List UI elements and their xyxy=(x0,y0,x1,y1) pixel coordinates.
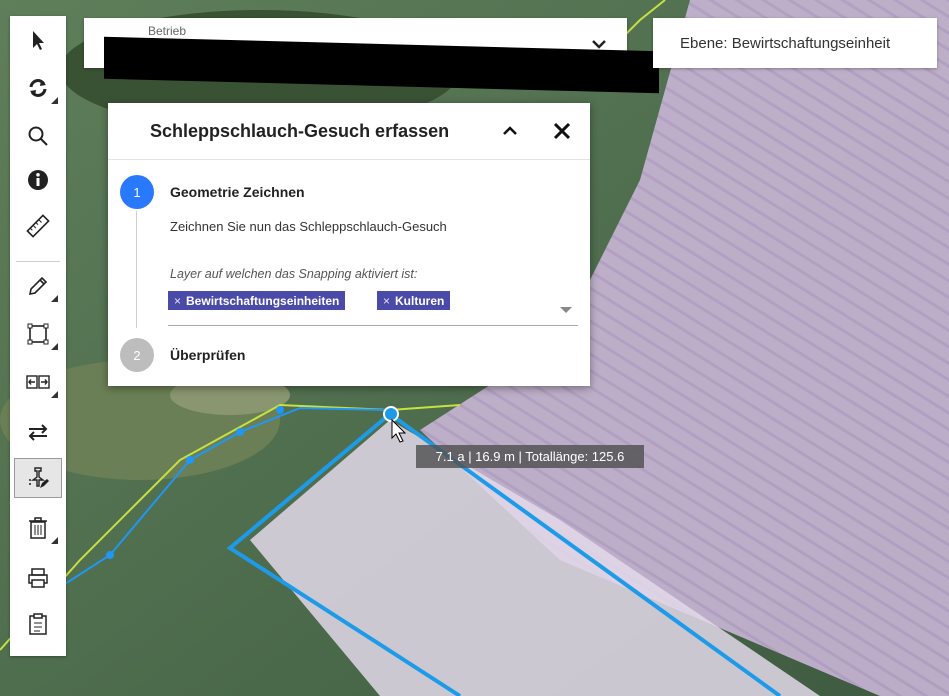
chip-remove-button[interactable]: × xyxy=(383,294,390,308)
schleppschlauch-dialog: Schleppschlauch-Gesuch erfassen 1 Geomet… xyxy=(108,103,590,386)
pointer-icon xyxy=(33,31,44,50)
chip-remove-button[interactable]: × xyxy=(174,294,181,308)
step-2-title: Überprüfen xyxy=(170,347,246,363)
chip-bewirtschaftungseinheiten: × Bewirtschaftungseinheiten xyxy=(168,291,346,310)
step-1-description: Zeichnen Sie nun das Schleppschlauch-Ges… xyxy=(170,219,447,234)
close-button[interactable] xyxy=(550,119,574,143)
pencil-icon xyxy=(28,276,48,296)
step-2-number: 2 xyxy=(120,338,154,372)
layer-indicator: Ebene: Bewirtschaftungseinheit xyxy=(653,18,937,68)
chip-kulturen: × Kulturen xyxy=(377,291,451,310)
measure-tooltip: 7.1 a | 16.9 m | Totallänge: 125.6 xyxy=(416,445,644,468)
layer-label: Ebene: Bewirtschaftungseinheit xyxy=(680,34,891,52)
toolbar-divider xyxy=(16,261,60,262)
step-1-number: 1 xyxy=(120,175,154,209)
snap-vertex xyxy=(186,456,194,464)
snap-pencil-icon xyxy=(29,467,49,488)
bounding-box-icon xyxy=(27,323,49,345)
clipboard-list-icon xyxy=(29,613,47,635)
snap-draw-tool-button[interactable] xyxy=(14,458,62,498)
refresh-icon xyxy=(29,79,47,97)
snapping-layers-select[interactable]: × Bewirtschaftungseinheiten × Kulturen xyxy=(168,289,578,326)
corner-indicator xyxy=(51,97,58,104)
split-tool-button[interactable] xyxy=(14,362,62,402)
draw-tool-button[interactable] xyxy=(14,266,62,306)
dropdown-caret-icon[interactable] xyxy=(560,307,572,313)
info-icon xyxy=(28,170,48,190)
draw-vertex-handle[interactable] xyxy=(383,406,399,422)
bbox-tool-button[interactable] xyxy=(14,314,62,354)
delete-tool-button[interactable] xyxy=(14,508,62,548)
search-tool-button[interactable] xyxy=(14,116,62,156)
dialog-header: Schleppschlauch-Gesuch erfassen xyxy=(108,103,590,160)
betrieb-label: Betrieb xyxy=(148,24,187,38)
measure-tool-button[interactable] xyxy=(14,206,62,246)
info-tool-button[interactable] xyxy=(14,160,62,200)
split-arrows-icon xyxy=(26,375,50,389)
chip-label: Bewirtschaftungseinheiten xyxy=(186,293,340,308)
select-tool-button[interactable] xyxy=(14,20,62,60)
list-tool-button[interactable] xyxy=(14,604,62,644)
ruler-icon xyxy=(26,214,50,238)
snap-vertex xyxy=(236,428,244,436)
refresh-tool-button[interactable] xyxy=(14,68,62,108)
swap-icon xyxy=(28,424,48,441)
betrieb-select[interactable]: Betrieb xyxy=(84,18,659,94)
swap-tool-button[interactable] xyxy=(14,412,62,452)
trash-icon xyxy=(29,517,47,539)
snap-vertex xyxy=(106,551,114,559)
corner-indicator xyxy=(51,343,58,350)
step-connector xyxy=(136,211,137,328)
corner-indicator xyxy=(51,391,58,398)
map-toolbar xyxy=(10,16,66,656)
collapse-button[interactable] xyxy=(498,119,522,143)
search-icon xyxy=(28,126,48,146)
chevron-down-icon xyxy=(592,40,606,49)
snap-vertex xyxy=(276,406,284,414)
corner-indicator xyxy=(51,537,58,544)
dialog-title: Schleppschlauch-Gesuch erfassen xyxy=(150,121,450,141)
step-1-title: Geometrie Zeichnen xyxy=(170,184,305,200)
printer-icon xyxy=(28,568,48,588)
print-tool-button[interactable] xyxy=(14,558,62,598)
snapping-label: Layer auf welchen das Snapping aktiviert… xyxy=(170,267,418,281)
corner-indicator xyxy=(51,295,58,302)
chip-label: Kulturen xyxy=(395,293,445,308)
